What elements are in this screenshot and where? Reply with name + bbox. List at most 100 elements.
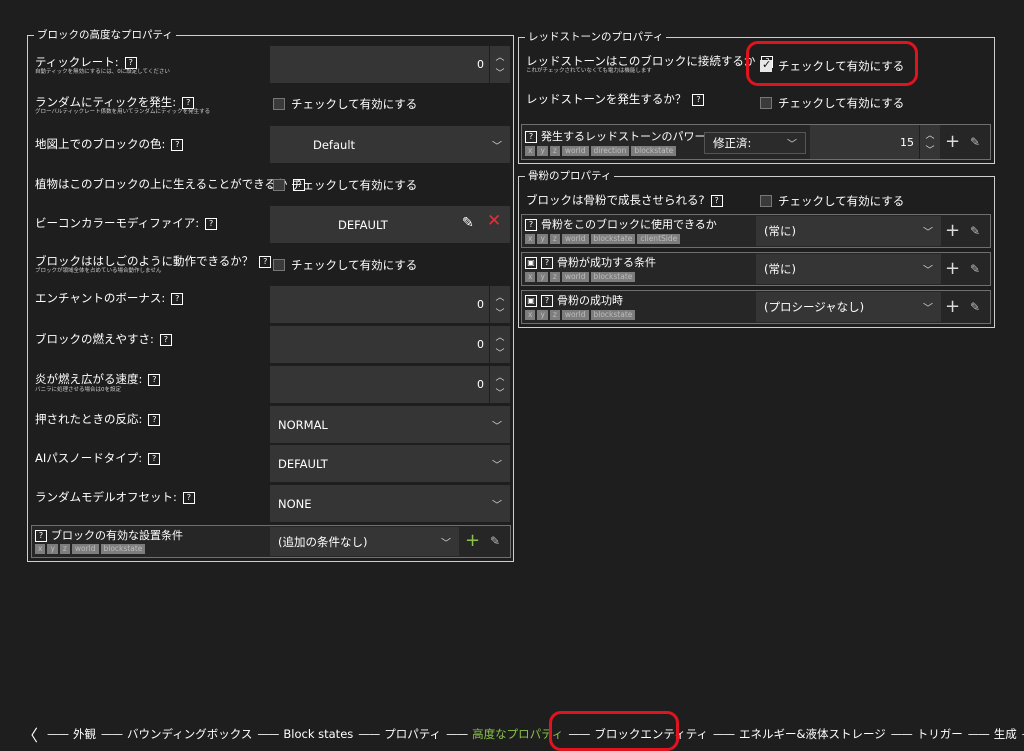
enchant-spinner[interactable]: 0 ︿ ﹀ <box>270 286 510 323</box>
redstone-emit-checkbox[interactable]: チェックして有効にする <box>760 95 904 111</box>
help-icon[interactable]: ? <box>148 373 161 386</box>
beacon-color-field[interactable]: DEFAULT ✎ ✕ <box>270 206 510 243</box>
redstone-emit-label: レッドストーンを発生するか？? <box>526 92 705 106</box>
checkbox-box[interactable] <box>273 179 285 191</box>
help-icon[interactable]: ? <box>124 56 137 69</box>
nav-item[interactable]: プロパティ <box>384 726 441 742</box>
dependency-tag: blockstate <box>590 234 636 244</box>
add-icon[interactable]: + <box>945 298 960 316</box>
help-icon[interactable]: ? <box>182 96 195 109</box>
chevron-down-icon: ﹀ <box>492 460 502 471</box>
checkbox-box[interactable] <box>760 97 772 109</box>
add-icon[interactable]: + <box>945 260 960 278</box>
dependency-tag: x <box>525 234 536 244</box>
chevron-down-icon: ﹀ <box>492 141 502 152</box>
tick-rate-hint: 自動ティックを無効にするには、0に設定してください <box>35 69 170 75</box>
power-mode-select[interactable]: 修正済: ﹀ <box>704 132 806 154</box>
pencil-icon[interactable]: ✎ <box>462 216 474 230</box>
on-success-value: (プロシージャなし) <box>764 300 865 314</box>
dependency-tag: blockstate <box>631 146 677 156</box>
highlight-ring <box>549 711 679 751</box>
add-icon[interactable]: + <box>945 133 960 151</box>
dependency-tag: y <box>537 272 548 282</box>
spinner-arrows[interactable]: ︿ ﹀ <box>489 326 510 363</box>
pencil-icon[interactable]: ✎ <box>970 135 980 149</box>
push-reaction-label: 押されたときの反応:? <box>35 412 161 426</box>
dependency-tag: world <box>561 310 589 320</box>
can-use-select[interactable]: (常に) ﹀ <box>756 216 941 246</box>
help-icon[interactable]: ? <box>35 530 47 542</box>
nav-item[interactable]: エネルギー&液体ストレージ <box>739 726 886 742</box>
success-condition-select[interactable]: (常に) ﹀ <box>756 254 941 284</box>
pencil-icon[interactable]: ✎ <box>970 224 980 238</box>
placement-value: (追加の条件なし) <box>278 534 368 549</box>
help-icon[interactable]: ? <box>692 93 705 106</box>
help-icon[interactable]: ? <box>171 138 184 151</box>
dependency-tag: world <box>561 146 589 156</box>
lock-icon: ▣ <box>525 295 537 307</box>
flammability-spinner[interactable]: 0 ︿ ﹀ <box>270 326 510 363</box>
help-icon[interactable]: ? <box>171 292 184 305</box>
dependency-tag: blockstate <box>100 544 146 554</box>
help-icon[interactable]: ? <box>148 452 161 465</box>
close-icon[interactable]: ✕ <box>487 213 501 230</box>
on-success-select[interactable]: (プロシージャなし) ﹀ <box>756 292 941 322</box>
spinner-arrows[interactable]: ︿ ﹀ <box>489 366 510 403</box>
dependency-list: x y z world blockstate <box>525 310 636 320</box>
dependency-tag: x <box>525 146 536 156</box>
random-tick-checkbox[interactable]: チェックして有効にする <box>273 96 417 112</box>
help-icon[interactable]: ? <box>525 131 537 143</box>
help-icon[interactable]: ? <box>710 194 723 207</box>
checkbox-box[interactable] <box>760 195 772 207</box>
placement-select[interactable]: (追加の条件なし) ﹀ <box>270 527 459 556</box>
help-icon[interactable]: ? <box>182 491 195 504</box>
help-icon[interactable]: ? <box>148 413 161 426</box>
nav-item[interactable]: 外観 <box>73 726 96 742</box>
spinner-arrows[interactable]: ︿ ﹀ <box>489 286 510 323</box>
push-reaction-select[interactable]: NORMAL ﹀ <box>270 406 510 443</box>
pencil-icon[interactable]: ✎ <box>970 262 980 276</box>
help-icon[interactable]: ? <box>205 217 218 230</box>
bonemeal-growable-label: ブロックは骨粉で成長させられる?? <box>526 193 723 207</box>
add-icon[interactable]: + <box>465 532 480 550</box>
checkbox-box[interactable] <box>273 98 285 110</box>
spinner-arrows[interactable]: ︿ ﹀ <box>919 125 940 159</box>
dependency-tag: z <box>549 234 560 244</box>
enchant-label: エンチャントのボーナス:? <box>35 291 184 305</box>
nav-item[interactable]: 生成 <box>994 726 1017 742</box>
nav-item[interactable]: バウンディングボックス <box>127 726 252 742</box>
model-offset-select[interactable]: NONE ﹀ <box>270 485 510 522</box>
plants-sustain-checkbox[interactable]: チェックして有効にする <box>273 177 417 193</box>
fire-spread-value: 0 <box>477 378 484 391</box>
nav-prev-icon[interactable]: 〈 <box>18 722 42 746</box>
nav-item[interactable]: Block states <box>283 727 353 741</box>
fire-spread-spinner[interactable]: 0 ︿ ﹀ <box>270 366 510 403</box>
pencil-icon[interactable]: ✎ <box>970 300 980 314</box>
on-success-label: ▣? 骨粉の成功時 <box>525 294 623 307</box>
spinner-arrows[interactable]: ︿ ﹀ <box>489 46 510 83</box>
checkbox-box[interactable] <box>273 259 285 271</box>
push-reaction-value: NORMAL <box>278 417 328 432</box>
help-icon[interactable]: ? <box>259 255 272 268</box>
flammability-label: ブロックの燃えやすさ:? <box>35 332 172 346</box>
help-icon[interactable]: ? <box>525 219 537 231</box>
ai-path-select[interactable]: DEFAULT ﹀ <box>270 445 510 482</box>
dependency-tag: blockstate <box>590 272 636 282</box>
pencil-icon[interactable]: ✎ <box>490 534 500 548</box>
power-spinner[interactable]: 15 ︿ ﹀ <box>810 125 940 159</box>
page-navigation: 〈 —— 外観 —— バウンディングボックス —— Block states —… <box>0 722 1024 746</box>
success-condition-label: ▣? 骨粉が成功する条件 <box>525 256 656 269</box>
help-icon[interactable]: ? <box>541 257 553 269</box>
nav-item[interactable]: トリガー <box>917 726 963 742</box>
highlight-ring <box>746 41 918 86</box>
add-icon[interactable]: + <box>945 222 960 240</box>
bonemeal-growable-checkbox[interactable]: チェックして有効にする <box>760 193 904 209</box>
ladder-checkbox[interactable]: チェックして有効にする <box>273 257 417 273</box>
map-color-select[interactable]: Default ﹀ <box>270 126 510 163</box>
beacon-value: DEFAULT <box>338 217 388 232</box>
help-icon[interactable]: ? <box>159 333 172 346</box>
can-use-label: ? 骨粉をこのブロックに使用できるか <box>525 218 717 231</box>
dependency-list: x y z world blockstate <box>35 544 146 554</box>
tick-rate-spinner[interactable]: 0 ︿ ﹀ <box>270 46 510 83</box>
help-icon[interactable]: ? <box>541 295 553 307</box>
